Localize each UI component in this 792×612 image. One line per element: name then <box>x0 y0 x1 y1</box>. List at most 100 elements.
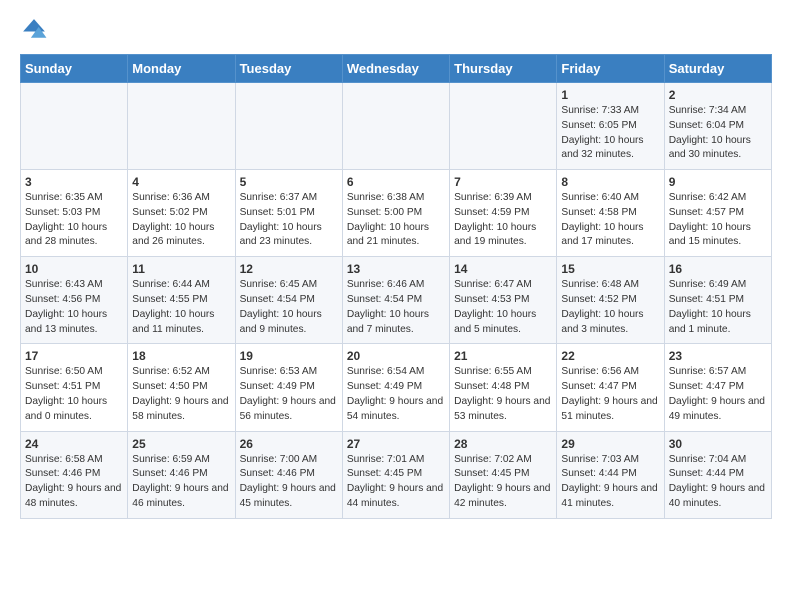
day-info: Sunrise: 6:43 AM Sunset: 4:56 PM Dayligh… <box>25 278 123 337</box>
day-info: Sunrise: 7:00 AM Sunset: 4:46 PM Dayligh… <box>240 453 338 512</box>
calendar-cell <box>235 83 342 170</box>
day-number: 20 <box>347 349 445 363</box>
day-number: 1 <box>561 88 659 102</box>
logo <box>20 16 52 44</box>
day-info: Sunrise: 7:02 AM Sunset: 4:45 PM Dayligh… <box>454 453 552 512</box>
day-info: Sunrise: 6:59 AM Sunset: 4:46 PM Dayligh… <box>132 453 230 512</box>
calendar-cell: 6Sunrise: 6:38 AM Sunset: 5:00 PM Daylig… <box>342 170 449 257</box>
day-number: 17 <box>25 349 123 363</box>
week-row-2: 10Sunrise: 6:43 AM Sunset: 4:56 PM Dayli… <box>21 257 772 344</box>
calendar-cell: 8Sunrise: 6:40 AM Sunset: 4:58 PM Daylig… <box>557 170 664 257</box>
calendar-cell: 5 Sunrise: 6:37 AM Sunset: 5:01 PM Daylig… <box>235 170 342 257</box>
day-number: 12 <box>240 262 338 276</box>
day-info: Sunrise: 6:37 AM Sunset: 5:01 PM Dayligh… <box>240 191 338 250</box>
calendar-cell: 22 Sunrise: 6:56 AM Sunset: 4:47 PM Dayli… <box>557 344 664 431</box>
calendar-cell: 24Sunrise: 6:58 AM Sunset: 4:46 PM Dayli… <box>21 431 128 518</box>
week-row-4: 24Sunrise: 6:58 AM Sunset: 4:46 PM Dayli… <box>21 431 772 518</box>
day-number: 14 <box>454 262 552 276</box>
calendar-cell: 23Sunrise: 6:57 AM Sunset: 4:47 PM Dayli… <box>664 344 771 431</box>
day-info: Sunrise: 7:34 AM Sunset: 6:04 PM Dayligh… <box>669 104 767 163</box>
day-info: Sunrise: 6:35 AM Sunset: 5:03 PM Dayligh… <box>25 191 123 250</box>
calendar-cell: 30 Sunrise: 7:04 AM Sunset: 4:44 PM Dayli… <box>664 431 771 518</box>
day-info: Sunrise: 6:49 AM Sunset: 4:51 PM Dayligh… <box>669 278 767 337</box>
calendar-cell: 29 Sunrise: 7:03 AM Sunset: 4:44 PM Dayli… <box>557 431 664 518</box>
calendar-cell: 10Sunrise: 6:43 AM Sunset: 4:56 PM Dayli… <box>21 257 128 344</box>
weekday-header-sunday: Sunday <box>21 55 128 83</box>
calendar-header: SundayMondayTuesdayWednesdayThursdayFrid… <box>21 55 772 83</box>
weekday-header-thursday: Thursday <box>450 55 557 83</box>
day-info: Sunrise: 6:42 AM Sunset: 4:57 PM Dayligh… <box>669 191 767 250</box>
calendar-cell <box>21 83 128 170</box>
calendar-cell: 7 Sunrise: 6:39 AM Sunset: 4:59 PM Daylig… <box>450 170 557 257</box>
day-number: 18 <box>132 349 230 363</box>
weekday-header-monday: Monday <box>128 55 235 83</box>
day-info: Sunrise: 7:03 AM Sunset: 4:44 PM Dayligh… <box>561 453 659 512</box>
week-row-0: 1 Sunrise: 7:33 AM Sunset: 6:05 PM Daylig… <box>21 83 772 170</box>
day-number: 15 <box>561 262 659 276</box>
day-number: 13 <box>347 262 445 276</box>
day-info: Sunrise: 6:52 AM Sunset: 4:50 PM Dayligh… <box>132 365 230 424</box>
calendar-cell: 17 Sunrise: 6:50 AM Sunset: 4:51 PM Dayli… <box>21 344 128 431</box>
day-number: 22 <box>561 349 659 363</box>
day-number: 2 <box>669 88 767 102</box>
day-number: 21 <box>454 349 552 363</box>
calendar-cell: 13 Sunrise: 6:46 AM Sunset: 4:54 PM Dayli… <box>342 257 449 344</box>
day-number: 7 <box>454 175 552 189</box>
calendar-cell: 27 Sunrise: 7:01 AM Sunset: 4:45 PM Dayli… <box>342 431 449 518</box>
day-info: Sunrise: 6:54 AM Sunset: 4:49 PM Dayligh… <box>347 365 445 424</box>
calendar-cell: 20 Sunrise: 6:54 AM Sunset: 4:49 PM Dayli… <box>342 344 449 431</box>
day-info: Sunrise: 6:40 AM Sunset: 4:58 PM Dayligh… <box>561 191 659 250</box>
calendar-cell <box>342 83 449 170</box>
day-number: 5 <box>240 175 338 189</box>
calendar-cell: 25 Sunrise: 6:59 AM Sunset: 4:46 PM Dayli… <box>128 431 235 518</box>
day-number: 9 <box>669 175 767 189</box>
day-number: 27 <box>347 437 445 451</box>
logo-icon <box>20 16 48 44</box>
day-info: Sunrise: 6:57 AM Sunset: 4:47 PM Dayligh… <box>669 365 767 424</box>
calendar-cell: 28 Sunrise: 7:02 AM Sunset: 4:45 PM Dayli… <box>450 431 557 518</box>
day-number: 19 <box>240 349 338 363</box>
header <box>20 16 772 44</box>
calendar-cell: 26 Sunrise: 7:00 AM Sunset: 4:46 PM Dayli… <box>235 431 342 518</box>
calendar-cell: 11Sunrise: 6:44 AM Sunset: 4:55 PM Dayli… <box>128 257 235 344</box>
day-number: 3 <box>25 175 123 189</box>
day-number: 26 <box>240 437 338 451</box>
week-row-1: 3 Sunrise: 6:35 AM Sunset: 5:03 PM Daylig… <box>21 170 772 257</box>
day-number: 25 <box>132 437 230 451</box>
weekday-header-tuesday: Tuesday <box>235 55 342 83</box>
day-number: 16 <box>669 262 767 276</box>
day-info: Sunrise: 6:56 AM Sunset: 4:47 PM Dayligh… <box>561 365 659 424</box>
calendar-cell: 3 Sunrise: 6:35 AM Sunset: 5:03 PM Daylig… <box>21 170 128 257</box>
calendar-cell: 21Sunrise: 6:55 AM Sunset: 4:48 PM Dayli… <box>450 344 557 431</box>
day-number: 30 <box>669 437 767 451</box>
weekday-header-friday: Friday <box>557 55 664 83</box>
calendar-cell <box>450 83 557 170</box>
calendar-cell: 4Sunrise: 6:36 AM Sunset: 5:02 PM Daylig… <box>128 170 235 257</box>
calendar-table: SundayMondayTuesdayWednesdayThursdayFrid… <box>20 54 772 519</box>
day-info: Sunrise: 6:46 AM Sunset: 4:54 PM Dayligh… <box>347 278 445 337</box>
day-info: Sunrise: 7:04 AM Sunset: 4:44 PM Dayligh… <box>669 453 767 512</box>
calendar-cell: 12Sunrise: 6:45 AM Sunset: 4:54 PM Dayli… <box>235 257 342 344</box>
calendar-cell: 19Sunrise: 6:53 AM Sunset: 4:49 PM Dayli… <box>235 344 342 431</box>
day-info: Sunrise: 6:39 AM Sunset: 4:59 PM Dayligh… <box>454 191 552 250</box>
calendar-cell: 1 Sunrise: 7:33 AM Sunset: 6:05 PM Daylig… <box>557 83 664 170</box>
day-info: Sunrise: 7:01 AM Sunset: 4:45 PM Dayligh… <box>347 453 445 512</box>
day-number: 28 <box>454 437 552 451</box>
page: SundayMondayTuesdayWednesdayThursdayFrid… <box>0 0 792 539</box>
weekday-row: SundayMondayTuesdayWednesdayThursdayFrid… <box>21 55 772 83</box>
day-info: Sunrise: 7:33 AM Sunset: 6:05 PM Dayligh… <box>561 104 659 163</box>
day-info: Sunrise: 6:47 AM Sunset: 4:53 PM Dayligh… <box>454 278 552 337</box>
calendar-cell: 9 Sunrise: 6:42 AM Sunset: 4:57 PM Daylig… <box>664 170 771 257</box>
day-info: Sunrise: 6:48 AM Sunset: 4:52 PM Dayligh… <box>561 278 659 337</box>
day-info: Sunrise: 6:38 AM Sunset: 5:00 PM Dayligh… <box>347 191 445 250</box>
calendar-cell <box>128 83 235 170</box>
calendar-cell: 16 Sunrise: 6:49 AM Sunset: 4:51 PM Dayli… <box>664 257 771 344</box>
day-number: 24 <box>25 437 123 451</box>
day-info: Sunrise: 6:36 AM Sunset: 5:02 PM Dayligh… <box>132 191 230 250</box>
calendar-cell: 15 Sunrise: 6:48 AM Sunset: 4:52 PM Dayli… <box>557 257 664 344</box>
day-number: 29 <box>561 437 659 451</box>
calendar-cell: 18 Sunrise: 6:52 AM Sunset: 4:50 PM Dayli… <box>128 344 235 431</box>
day-info: Sunrise: 6:50 AM Sunset: 4:51 PM Dayligh… <box>25 365 123 424</box>
calendar-cell: 2 Sunrise: 7:34 AM Sunset: 6:04 PM Daylig… <box>664 83 771 170</box>
calendar-cell: 14 Sunrise: 6:47 AM Sunset: 4:53 PM Dayli… <box>450 257 557 344</box>
